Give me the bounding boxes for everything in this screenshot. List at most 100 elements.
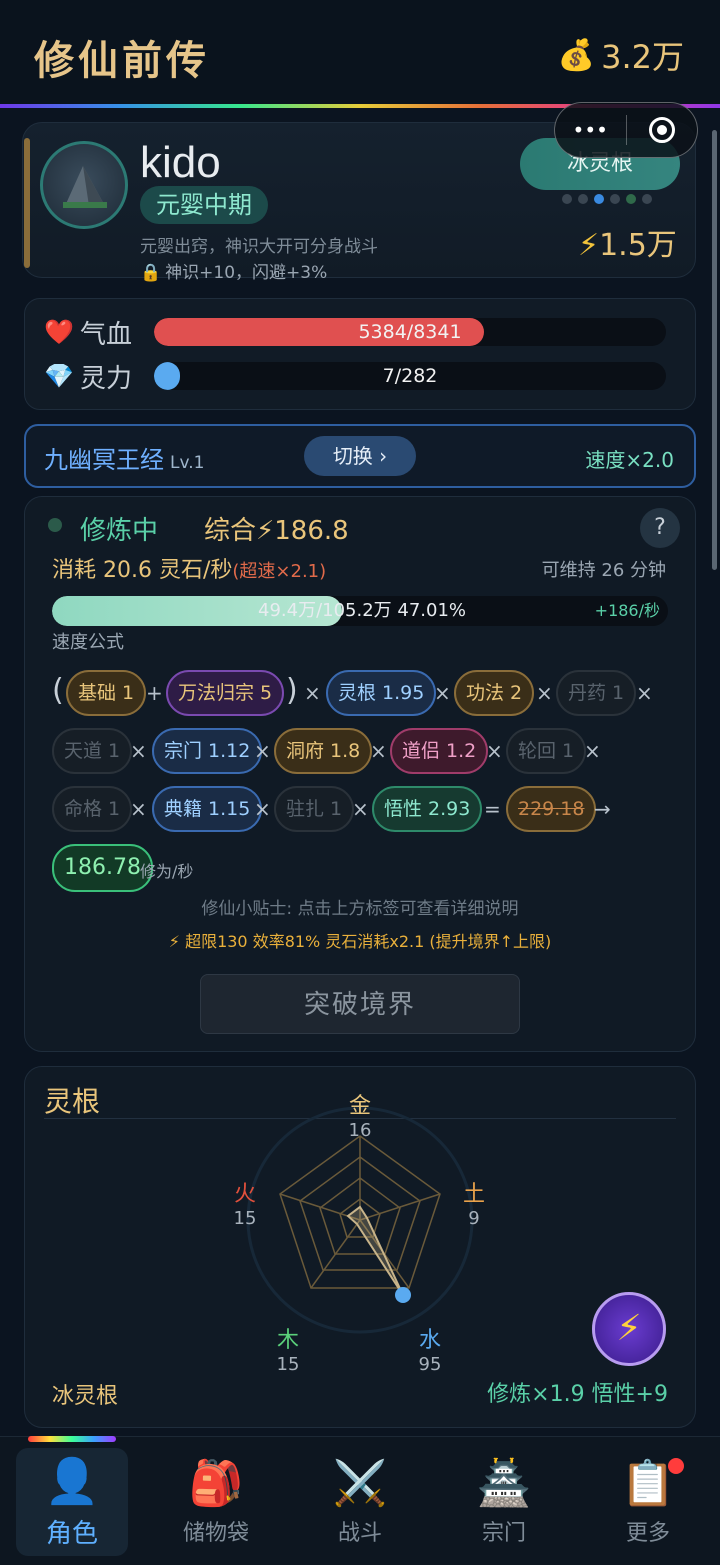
mountain-icon xyxy=(63,166,107,208)
close-mini-program-button[interactable] xyxy=(627,103,698,157)
person-icon: 👤 xyxy=(44,1455,100,1507)
more-options-button[interactable]: ••• xyxy=(555,103,626,157)
nav-sect-label: 宗门 xyxy=(481,1521,526,1546)
op-times: × xyxy=(254,739,271,763)
open-paren: ( xyxy=(52,673,64,708)
technique-name: 九幽冥王经 Lv.1 xyxy=(44,440,204,475)
nav-character-label: 角色 xyxy=(45,1518,98,1549)
op-plus: + xyxy=(146,681,163,705)
pill-lunhui[interactable]: 轮回 1 xyxy=(506,728,587,774)
hp-text: 5384/8341 xyxy=(358,321,462,343)
root-dot xyxy=(610,194,620,204)
element-earth: 土 9 xyxy=(454,1176,494,1229)
pill-root[interactable]: 灵根 1.95 xyxy=(326,670,437,716)
nav-storage-label: 储物袋 xyxy=(182,1521,249,1546)
combat-power: ⚡1.5万 xyxy=(578,220,677,264)
status-indicator xyxy=(48,518,62,532)
dots-icon: ••• xyxy=(572,118,608,142)
nav-battle[interactable]: ⚔️ 战斗 xyxy=(304,1448,416,1556)
composite-score: 综合⚡186.8 xyxy=(204,516,349,546)
result-unit: 修为/秒 xyxy=(140,862,194,881)
arrow-icon: → xyxy=(594,797,611,821)
pill-daolv[interactable]: 道侣 1.2 xyxy=(390,728,489,774)
lightning-icon: ⚡ xyxy=(616,1308,642,1349)
diamond-icon: 💎 xyxy=(44,362,74,390)
sustain-time: 可维持 26 分钟 xyxy=(541,560,666,581)
element-wood-value: 15 xyxy=(276,1354,300,1375)
pill-danyao[interactable]: 丹药 1 xyxy=(556,670,637,716)
op-times: × xyxy=(352,797,369,821)
element-wood-name: 木 xyxy=(276,1328,299,1353)
element-water-value: 95 xyxy=(418,1354,442,1375)
technique-title: 九幽冥王经 xyxy=(44,446,164,474)
pill-gongfa[interactable]: 功法 2 xyxy=(454,670,535,716)
realm-description: 元婴出窍，神识大开可分身战斗 xyxy=(140,237,378,257)
money-display: 💰 3.2万 xyxy=(558,32,684,78)
nav-battle-label: 战斗 xyxy=(337,1521,382,1546)
nav-more[interactable]: 📋 更多 xyxy=(592,1448,704,1556)
op-times: × xyxy=(536,681,553,705)
op-times: × xyxy=(434,681,451,705)
element-earth-value: 9 xyxy=(468,1208,480,1229)
root-dot xyxy=(578,194,588,204)
element-earth-name: 土 xyxy=(462,1182,485,1207)
op-times: × xyxy=(584,739,601,763)
root-dot xyxy=(642,194,652,204)
progress-rate: +186/秒 xyxy=(594,601,660,620)
pill-zhuzha[interactable]: 驻扎 1 xyxy=(274,786,355,832)
money-bag-icon: 💰 xyxy=(557,37,596,73)
pill-mingge[interactable]: 命格 1 xyxy=(52,786,133,832)
mini-program-capsule: ••• xyxy=(554,102,698,158)
root-dot xyxy=(562,194,572,204)
raw-result: 229.18 xyxy=(506,786,597,832)
pill-dongfu[interactable]: 洞府 1.8 xyxy=(274,728,373,774)
technique-speed: 速度×2.0 xyxy=(585,448,674,472)
root-dots xyxy=(562,194,652,204)
username: kido xyxy=(140,138,221,187)
pill-base[interactable]: 基础 1 xyxy=(66,670,147,716)
op-times: × xyxy=(254,797,271,821)
op-times: × xyxy=(636,681,653,705)
nav-character[interactable]: 👤 角色 xyxy=(16,1448,128,1556)
pill-zongmen[interactable]: 宗门 1.12 xyxy=(152,728,263,774)
element-metal-name: 金 xyxy=(348,1094,371,1119)
pill-dianji[interactable]: 典籍 1.15 xyxy=(152,786,263,832)
scrollbar[interactable] xyxy=(712,130,717,570)
root-dot xyxy=(594,194,604,204)
element-metal-value: 16 xyxy=(348,1120,372,1141)
target-icon xyxy=(648,117,675,143)
lock-icon: 🔒 xyxy=(140,263,162,283)
heart-icon: ❤️ xyxy=(44,318,74,346)
element-fire: 火 15 xyxy=(225,1176,265,1229)
cultivation-status: 修炼中 xyxy=(80,516,159,546)
lightning-icon: ⚡ xyxy=(578,228,600,263)
tip-text: 修仙小贴士: 点击上方标签可查看详细说明 xyxy=(201,899,519,919)
mp-label: 灵力 xyxy=(80,363,133,394)
element-metal: 金 16 xyxy=(340,1088,380,1141)
hp-row: ❤️ 气血 5384/8341 xyxy=(44,314,674,350)
stone-consumption: 消耗 20.6 灵石/秒(超速×2.1) xyxy=(52,552,326,584)
nav-sect[interactable]: 🏯 宗门 xyxy=(448,1448,560,1556)
op-equals: = xyxy=(484,797,501,821)
boost-button[interactable]: ⚡ xyxy=(592,1292,666,1366)
pill-tiandao[interactable]: 天道 1 xyxy=(52,728,133,774)
op-times: × xyxy=(130,797,147,821)
app-title: 修仙前传 xyxy=(34,38,210,84)
overspeed-text: (超速×2.1) xyxy=(232,561,327,582)
avatar[interactable] xyxy=(40,141,128,229)
op-times: × xyxy=(304,681,321,705)
element-water-name: 水 xyxy=(418,1328,441,1353)
pill-wuxing[interactable]: 悟性 2.93 xyxy=(372,786,483,832)
help-button[interactable]: ? xyxy=(640,508,680,548)
mp-row: 💎 灵力 7/282 xyxy=(44,358,674,394)
combat-power-value: 1.5万 xyxy=(599,228,677,263)
limit-text: ⚡ 超限130 效率81% 灵石消耗x2.1 (提升境界↑上限) xyxy=(168,932,552,951)
pill-wanfa[interactable]: 万法归宗 5 xyxy=(166,670,285,716)
op-times: × xyxy=(486,739,503,763)
breakthrough-button[interactable]: 突破境界 xyxy=(200,974,520,1034)
switch-technique-button[interactable]: 切换 › xyxy=(304,436,416,476)
nav-storage[interactable]: 🎒 储物袋 xyxy=(160,1448,272,1556)
realm-perk-text: 神识+10，闪避+3% xyxy=(165,263,328,283)
notification-badge xyxy=(668,1458,684,1474)
realm-perk: 🔒 神识+10，闪避+3% xyxy=(140,258,327,283)
